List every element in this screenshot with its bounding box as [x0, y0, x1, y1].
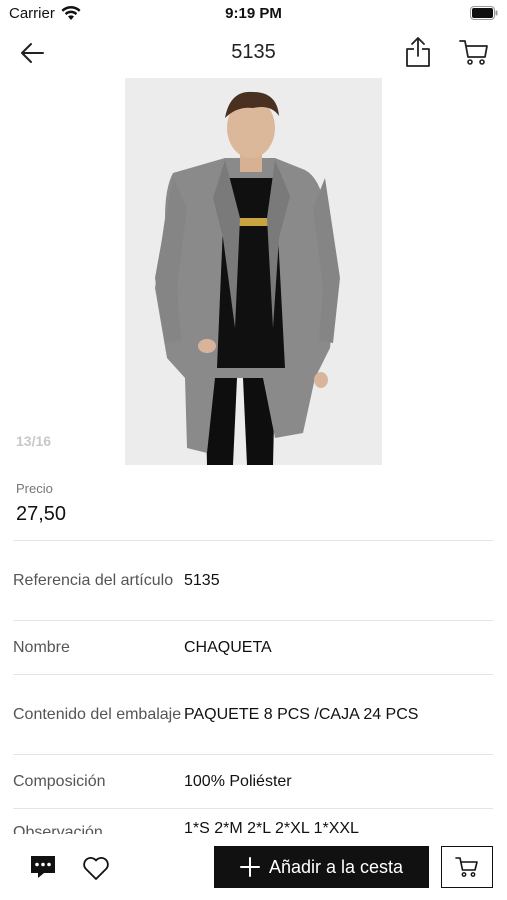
detail-value: 100% Poliéster: [184, 772, 292, 790]
add-to-cart-button[interactable]: Añadir a la cesta: [214, 846, 429, 888]
product-gallery[interactable]: 13/16: [0, 78, 507, 466]
detail-label: Referencia del artículo: [13, 572, 174, 589]
navigation-bar: 5135: [0, 28, 507, 78]
detail-row-composition: Composición 100% Poliéster: [13, 754, 493, 808]
price-value: 27,50: [16, 503, 67, 525]
image-counter: 13/16: [16, 433, 52, 449]
chat-icon[interactable]: [29, 854, 57, 880]
cart-icon[interactable]: [459, 38, 489, 66]
price-label: Precio: [16, 481, 53, 496]
plus-icon: [239, 857, 260, 877]
product-details-list: Referencia del artículo 5135 Nombre CHAQ…: [13, 540, 493, 848]
product-detail-screen: Carrier 9:19 PM 5135 13/16 Precio 27,50 …: [0, 0, 507, 900]
status-bar: Carrier 9:19 PM: [0, 0, 507, 28]
model-in-coat-image: [125, 78, 382, 465]
add-to-cart-label: Añadir a la cesta: [268, 856, 404, 877]
detail-label: Composición: [13, 773, 106, 790]
detail-label: Contenido del embalaje: [13, 706, 182, 723]
product-photo[interactable]: [125, 78, 382, 465]
detail-row-name: Nombre CHAQUETA: [13, 620, 493, 674]
status-time: 9:19 PM: [225, 5, 282, 22]
detail-label: Nombre: [13, 639, 70, 656]
heart-icon[interactable]: [82, 855, 110, 881]
detail-value: CHAQUETA: [184, 638, 272, 656]
bottom-toolbar: Añadir a la cesta: [0, 834, 507, 900]
cart-icon: [455, 857, 478, 877]
detail-row-reference: Referencia del artículo 5135: [13, 540, 493, 620]
battery-icon: [470, 6, 498, 20]
view-cart-button[interactable]: [441, 846, 493, 888]
share-icon[interactable]: [404, 36, 432, 68]
detail-row-packaging: Contenido del embalaje PAQUETE 8 PCS /CA…: [13, 674, 493, 754]
detail-value: PAQUETE 8 PCS /CAJA 24 PCS: [184, 705, 419, 723]
detail-value: 5135: [184, 571, 220, 589]
